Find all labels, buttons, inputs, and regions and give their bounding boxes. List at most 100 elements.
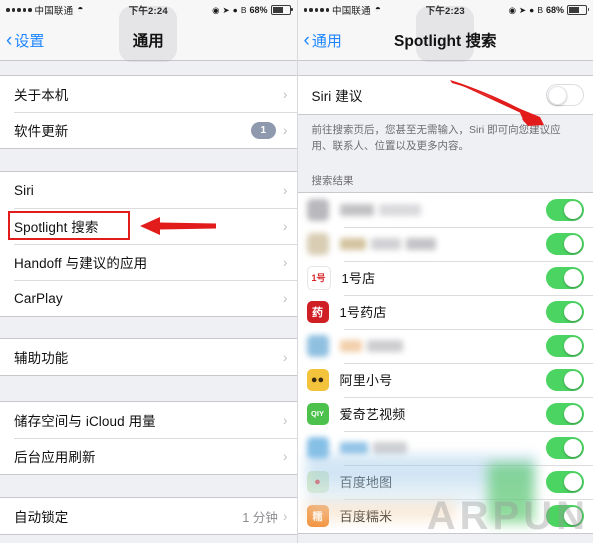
page-title: 通用: [132, 33, 164, 50]
toggle-knob: [564, 370, 582, 389]
toggle-knob: [564, 234, 582, 253]
status-indicators: ◉ ➤ ● B 68%: [508, 4, 589, 15]
list-item[interactable]: 糯 百度糯米: [297, 498, 593, 533]
chevron-right-icon: ›: [282, 508, 288, 524]
left-phone-panel: 中国联通 ◓ 下午2:24 ◉ ➤ ● B 68% ‹ 设置 通用 关于本机 ›…: [0, 0, 298, 543]
sidebar-item-storage-icloud[interactable]: 储存空间与 iCloud 用量 ›: [0, 402, 297, 438]
list-item[interactable]: [297, 430, 593, 465]
row-label: 储存空间与 iCloud 用量: [14, 414, 156, 429]
update-badge: 1: [250, 121, 276, 139]
list-item[interactable]: QIY 爱奇艺视频: [297, 396, 593, 431]
rotation-lock-icon: ◉: [212, 4, 220, 15]
list-gap: [0, 61, 297, 75]
censored-app-name: [339, 237, 547, 250]
app-toggle[interactable]: [546, 504, 584, 527]
app-toggle[interactable]: [546, 198, 584, 221]
location-arrow-icon: ➤: [222, 4, 230, 15]
app-name: 爱奇艺视频: [339, 407, 406, 423]
sidebar-item-accessibility[interactable]: 辅助功能 ›: [0, 339, 297, 375]
row-label: Spotlight 搜索: [14, 220, 99, 235]
row-label: 关于本机: [14, 88, 69, 103]
battery-icon: [270, 5, 293, 15]
bluetooth-icon: B: [537, 4, 543, 15]
rotation-lock-icon: ◉: [508, 4, 517, 15]
battery-icon: [567, 5, 589, 15]
toggle-knob: [564, 506, 582, 525]
censored-app-name: [339, 441, 547, 454]
toggle-knob: [564, 472, 582, 491]
app-toggle[interactable]: [546, 470, 584, 493]
app-name: 阿里小号: [339, 373, 393, 389]
app-name: 百度地图: [339, 475, 393, 491]
app-toggle[interactable]: [546, 334, 584, 357]
app-icon: ●●: [306, 368, 329, 391]
back-button[interactable]: ‹ 设置: [0, 30, 44, 51]
list-item[interactable]: [297, 192, 593, 227]
settings-group-device: 关于本机 › 软件更新 1 ›: [0, 75, 297, 149]
app-icon: 糯: [306, 504, 329, 527]
list-item[interactable]: 药 1号药店: [297, 294, 593, 329]
chevron-right-icon: ›: [282, 254, 288, 270]
app-icon: 药: [306, 300, 329, 323]
list-item[interactable]: ● 百度地图: [297, 464, 593, 499]
location-arrow-icon: ➤: [519, 4, 527, 15]
app-icon: [306, 436, 329, 459]
list-gap: [0, 317, 297, 338]
settings-group-storage: 储存空间与 iCloud 用量 › 后台应用刷新 ›: [0, 401, 297, 475]
back-label: 设置: [14, 32, 45, 50]
app-toggle[interactable]: [546, 402, 584, 425]
app-toggle[interactable]: [546, 266, 584, 289]
toggle-knob: [564, 404, 582, 423]
left-settings-list[interactable]: 关于本机 › 软件更新 1 › Siri › Spotlight 搜索 › Ha…: [0, 61, 297, 543]
settings-group-accessibility: 辅助功能 ›: [0, 338, 297, 376]
app-toggle[interactable]: [546, 232, 584, 255]
app-icon: [306, 198, 329, 221]
list-item[interactable]: [297, 226, 593, 261]
chevron-left-icon: ‹: [6, 29, 13, 51]
app-toggle[interactable]: [546, 300, 584, 323]
siri-suggestions-row[interactable]: Siri 建议: [297, 76, 593, 126]
back-label: 通用: [311, 32, 342, 50]
list-gap: [297, 61, 593, 75]
chevron-right-icon: ›: [282, 218, 288, 234]
list-item[interactable]: 1号 1号店: [297, 260, 593, 295]
sidebar-item-carplay[interactable]: CarPlay ›: [0, 280, 297, 316]
sidebar-item-siri[interactable]: Siri ›: [0, 172, 297, 208]
siri-suggestions-group: Siri 建议: [297, 75, 593, 126]
list-item[interactable]: [297, 328, 593, 363]
battery-percent: 68%: [545, 5, 564, 15]
toggle-knob: [564, 200, 582, 219]
app-toggle[interactable]: [546, 436, 584, 459]
sidebar-item-auto-lock[interactable]: 自动锁定 1 分钟 ›: [0, 498, 297, 534]
row-label: 软件更新: [14, 124, 69, 139]
row-label: 辅助功能: [14, 351, 69, 366]
row-label: 后台应用刷新: [14, 450, 96, 465]
app-name: 1号店: [341, 271, 376, 287]
siri-suggestions-toggle[interactable]: [546, 84, 584, 106]
sidebar-item-handoff[interactable]: Handoff 与建议的应用 ›: [0, 244, 297, 280]
toggle-knob: [564, 268, 582, 287]
list-item[interactable]: ●● 阿里小号: [297, 362, 593, 397]
app-icon: ●: [306, 470, 329, 493]
app-name: 百度糯米: [339, 509, 393, 525]
battery-percent: 68%: [249, 5, 268, 15]
row-label: Siri 建议: [311, 89, 363, 104]
sidebar-item-about[interactable]: 关于本机 ›: [0, 76, 297, 112]
spotlight-settings-list[interactable]: Siri 建议 前往搜索页后，您甚至无需输入，Siri 即可向您建议应用、联系人…: [297, 61, 593, 543]
chevron-right-icon: ›: [282, 290, 288, 306]
toggle-knob: [564, 336, 582, 355]
chevron-right-icon: ›: [282, 412, 288, 428]
app-toggle[interactable]: [546, 368, 584, 391]
sidebar-item-spotlight-search[interactable]: Spotlight 搜索 ›: [0, 208, 297, 244]
sidebar-item-background-refresh[interactable]: 后台应用刷新 ›: [0, 438, 297, 474]
app-icon: [306, 334, 329, 357]
row-label: CarPlay: [14, 290, 63, 306]
sidebar-item-software-update[interactable]: 软件更新 1 ›: [0, 112, 297, 148]
row-label: Handoff 与建议的应用: [14, 256, 148, 271]
row-label: Siri: [14, 182, 34, 198]
app-icon: [306, 232, 329, 255]
auto-lock-value: 1 分钟: [242, 510, 278, 525]
censored-app-name: [339, 339, 547, 352]
back-button[interactable]: ‹ 通用: [298, 30, 342, 51]
screenshot-stage: 中国联通 ◓ 下午2:24 ◉ ➤ ● B 68% ‹ 设置 通用 关于本机 ›…: [0, 0, 593, 543]
